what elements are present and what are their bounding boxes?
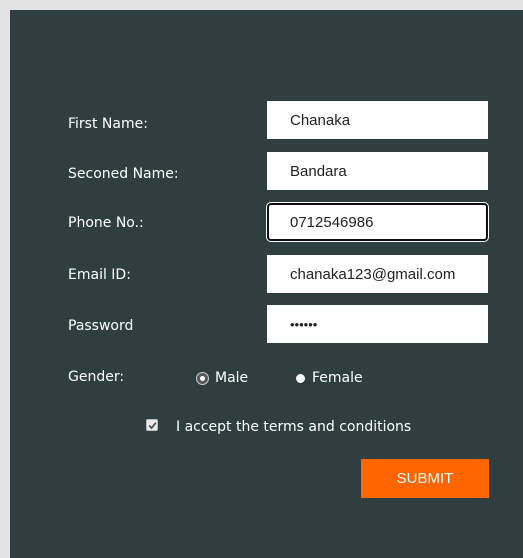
- password-label: Password: [68, 318, 134, 334]
- phone-label: Phone No.:: [68, 215, 144, 231]
- registration-form-panel: First Name: Seconed Name: Phone No.: Ema…: [10, 10, 523, 558]
- submit-button[interactable]: SUBMIT: [361, 459, 489, 498]
- second-name-label: Seconed Name:: [68, 166, 179, 182]
- gender-label: Gender:: [68, 369, 125, 385]
- radio-male[interactable]: [197, 372, 208, 384]
- first-name-input[interactable]: [267, 101, 488, 139]
- gender-female-label: Female: [312, 370, 363, 386]
- gender-male-label: Male: [215, 370, 249, 386]
- password-input[interactable]: [267, 305, 488, 343]
- email-label: Email ID:: [68, 267, 131, 283]
- terms-label: I accept the terms and conditions: [176, 419, 412, 435]
- radio-female[interactable]: [296, 373, 305, 383]
- second-name-input[interactable]: [267, 152, 488, 190]
- gender-option-male[interactable]: Male: [197, 370, 248, 386]
- check-icon: [148, 422, 157, 430]
- first-name-label: First Name:: [68, 116, 148, 132]
- phone-input[interactable]: [267, 203, 488, 241]
- email-input[interactable]: [267, 255, 488, 293]
- terms-checkbox[interactable]: [146, 419, 158, 431]
- gender-option-female[interactable]: Female: [296, 370, 363, 386]
